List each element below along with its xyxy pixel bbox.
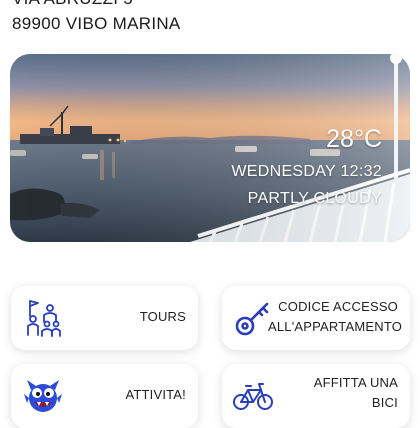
- tour-group-icon: [27, 300, 61, 337]
- weather-condition: PARTLY CLOUDY: [247, 190, 382, 207]
- activities-tile[interactable]: ATTIVITA!: [11, 364, 198, 428]
- weather-day-time: WEDNESDAY 12:32: [231, 163, 382, 180]
- weather-card[interactable]: 28°C WEDNESDAY 12:32 PARTLY CLOUDY: [10, 54, 410, 242]
- access-code-label: CODICE ACCESSO ALL'APPARTAMENTO: [268, 299, 403, 334]
- bike-rental-tile[interactable]: AFFITTA UNA BICI: [222, 364, 410, 428]
- weather-temperature: 28°C: [326, 125, 382, 153]
- address-street: VIA ABRUZZI 5: [12, 0, 133, 9]
- tours-tile[interactable]: TOURS: [11, 286, 198, 350]
- bike-rental-label: AFFITTA UNA BICI: [313, 375, 398, 410]
- monster-icon: [24, 380, 62, 412]
- bicycle-icon: [233, 383, 273, 410]
- activities-label: ATTIVITA!: [125, 387, 186, 402]
- address-city: 89900 VIBO MARINA: [12, 14, 181, 33]
- access-code-tile[interactable]: CODICE ACCESSO ALL'APPARTAMENTO: [222, 286, 410, 350]
- tours-label: TOURS: [139, 309, 186, 324]
